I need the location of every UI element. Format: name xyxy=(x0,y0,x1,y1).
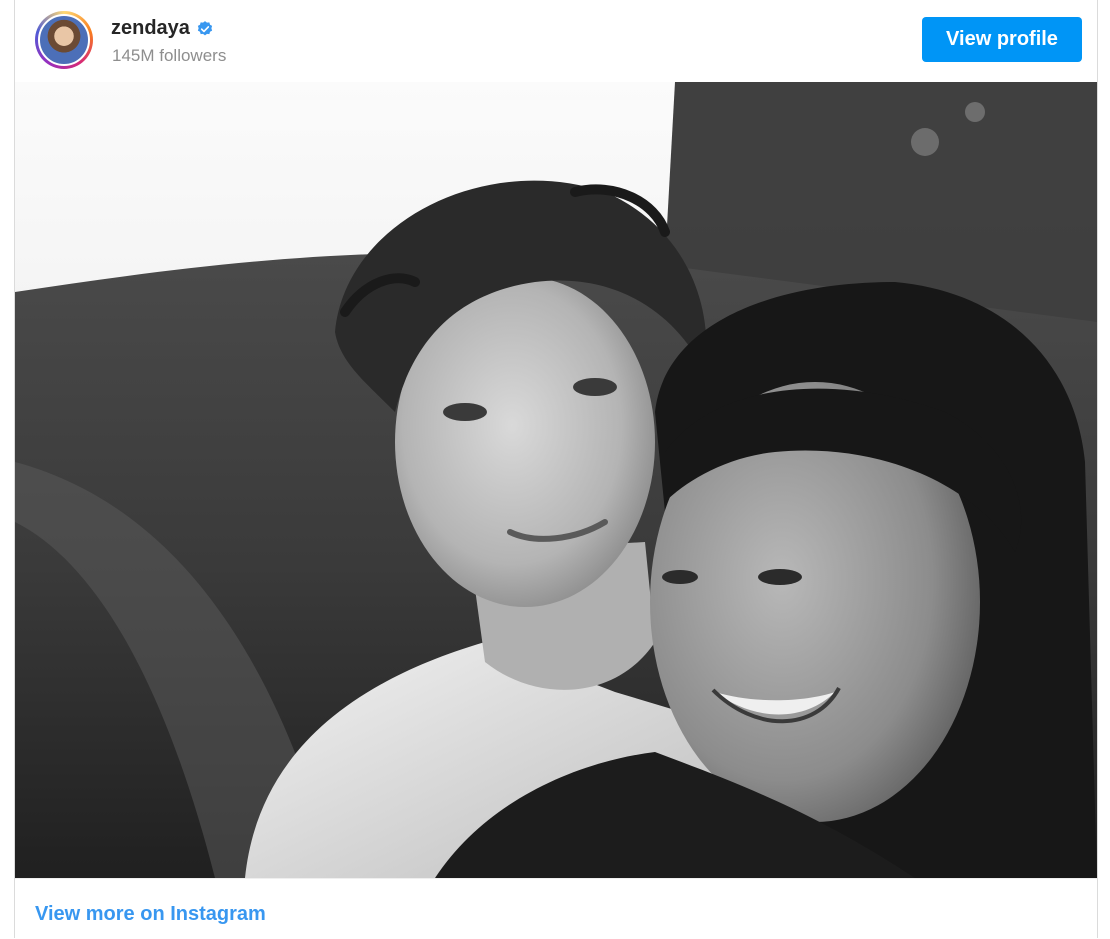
follower-count: 145M followers xyxy=(112,46,227,65)
username-row: zendaya xyxy=(111,17,214,40)
username[interactable]: zendaya xyxy=(111,17,190,40)
view-more-on-instagram-link[interactable]: View more on Instagram xyxy=(35,903,266,926)
avatar[interactable] xyxy=(38,14,90,66)
post-photo[interactable] xyxy=(15,82,1097,878)
view-profile-button[interactable]: View profile xyxy=(922,17,1082,62)
avatar-story-ring[interactable] xyxy=(35,11,93,69)
verified-badge-icon xyxy=(197,20,213,35)
post-footer: View more on Instagram xyxy=(15,878,1097,939)
instagram-embed: zendaya 145M followers View profile View… xyxy=(14,0,1098,938)
post-header: zendaya 145M followers View profile xyxy=(15,0,1097,82)
